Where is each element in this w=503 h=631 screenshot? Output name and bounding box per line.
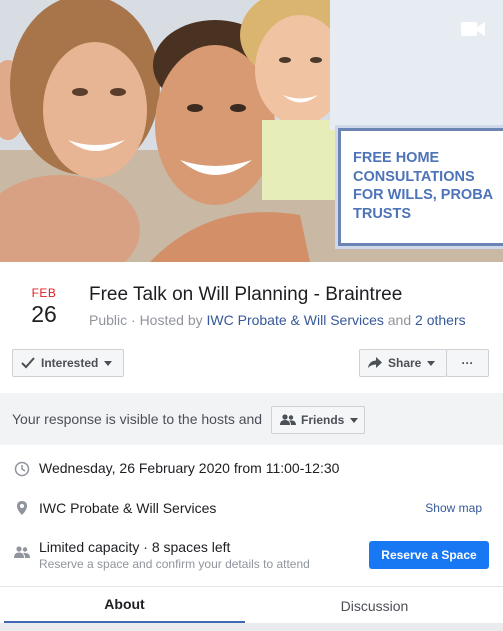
tab-about[interactable]: About [4,587,245,624]
share-arrow-icon [368,357,382,368]
promo-banner-text: FREE HOME CONSULTATIONS FOR WILLS, PROBA… [353,150,494,222]
share-button[interactable]: Share [359,349,447,377]
tab-discussion[interactable]: Discussion [254,587,495,624]
event-tabs: About Discussion [0,586,503,624]
chevron-down-icon [104,360,113,366]
event-date-day: 26 [31,301,57,327]
event-date: FEB 26 [22,286,66,328]
interested-label: Interested [41,356,99,370]
event-cover-photo[interactable]: FREE HOME CONSULTATIONS FOR WILLS, PROBA… [0,0,503,262]
response-visibility-bar: Your response is visible to the hosts an… [0,393,503,445]
capacity-text: Limited capacity · 8 spaces left [39,539,231,555]
friends-icon [280,414,296,425]
promo-banner: FREE HOME CONSULTATIONS FOR WILLS, PROBA… [338,128,503,246]
event-title: Free Talk on Will Planning - Braintree [89,284,403,305]
other-hosts-link[interactable]: 2 others [415,312,466,328]
event-meta: Public · Hosted by IWC Probate & Will Se… [89,312,466,328]
share-label: Share [388,356,422,370]
video-camera-icon [461,22,485,36]
audience-selector[interactable]: Friends [271,406,365,434]
chevron-down-icon [350,417,359,423]
more-options-button[interactable]: ··· [446,349,489,377]
checkmark-icon [21,357,35,369]
event-datetime: Wednesday, 26 February 2020 from 11:00-1… [39,460,340,476]
show-map-link[interactable]: Show map [425,501,482,515]
audience-label: Friends [301,413,345,427]
reserve-space-button[interactable]: Reserve a Space [369,541,489,569]
capacity-subtext: Reserve a space and confirm your details… [39,557,310,571]
more-dots-icon: ··· [461,356,474,370]
page-bottom-divider [0,623,503,631]
people-icon [14,546,30,558]
location-pin-icon [17,501,27,515]
chevron-down-icon [427,360,436,366]
host-link[interactable]: IWC Probate & Will Services [207,312,384,328]
clock-icon [14,461,30,477]
interested-button[interactable]: Interested [12,349,124,377]
visibility-text: Your response is visible to the hosts an… [12,411,263,427]
event-date-month: FEB [31,286,57,300]
event-location[interactable]: IWC Probate & Will Services [39,500,216,516]
event-privacy-text: Public · Hosted by [89,312,207,328]
event-meta-and: and [383,312,416,328]
